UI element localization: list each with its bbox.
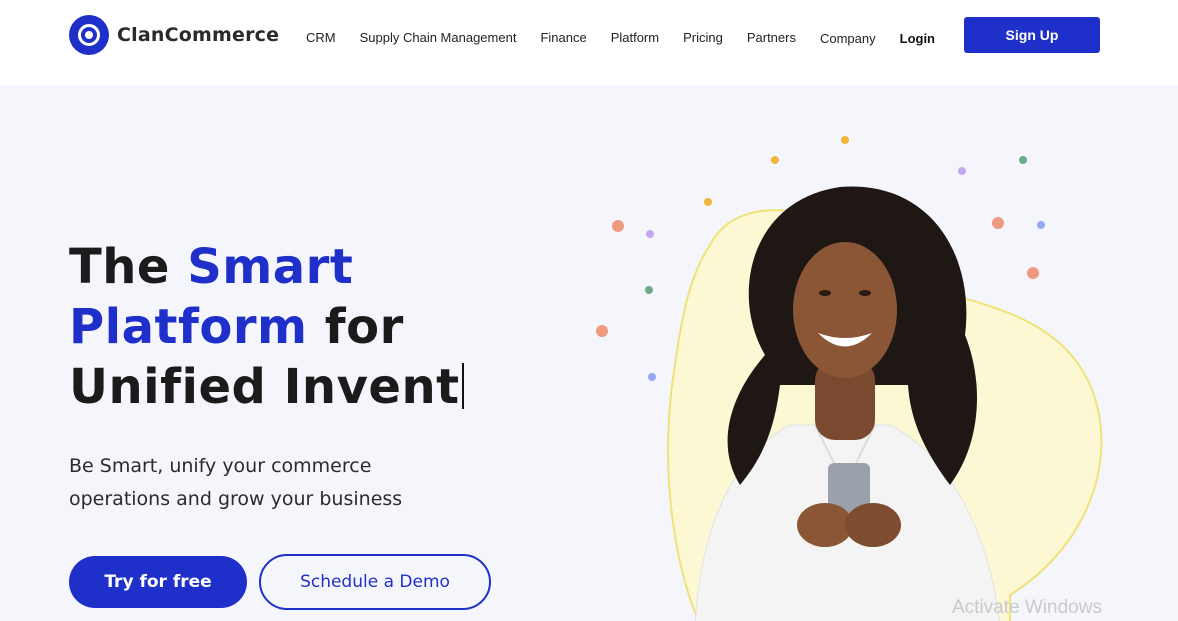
nav-item-supply-chain[interactable]: Supply Chain Management xyxy=(360,30,517,45)
headline-text: The xyxy=(69,239,188,295)
brand-logo[interactable]: ClanCommerce xyxy=(69,15,279,55)
nav-item-company[interactable]: Company xyxy=(820,31,876,46)
activate-windows-watermark: Activate Windows xyxy=(952,597,1102,618)
headline-accent-smart: Smart xyxy=(187,239,354,295)
sign-up-button[interactable]: Sign Up xyxy=(964,17,1100,53)
headline-text: for xyxy=(307,299,404,355)
nav-item-partners[interactable]: Partners xyxy=(747,30,796,45)
main-nav: CRM Supply Chain Management Finance Plat… xyxy=(306,0,959,75)
login-link[interactable]: Login xyxy=(900,31,935,46)
headline-accent-platform: Platform xyxy=(69,299,308,355)
typing-cursor xyxy=(461,363,464,409)
try-for-free-button[interactable]: Try for free xyxy=(69,556,247,608)
clan-logo-icon xyxy=(69,15,109,55)
headline-typing-text: Unified Invent xyxy=(69,359,460,415)
nav-item-platform[interactable]: Platform xyxy=(611,30,659,45)
hero-subtext: Be Smart, unify your commerce operations… xyxy=(69,455,403,510)
hero-headline: The Smart Platform for Unified Invent xyxy=(69,237,464,417)
schedule-demo-button[interactable]: Schedule a Demo xyxy=(259,554,491,610)
top-navbar: ClanCommerce CRM Supply Chain Management… xyxy=(0,0,1178,85)
nav-item-pricing[interactable]: Pricing xyxy=(683,30,723,45)
brand-name: ClanCommerce xyxy=(117,24,280,46)
nav-item-finance[interactable]: Finance xyxy=(540,30,586,45)
woman-smiling-holding-phone-photo xyxy=(596,136,1103,621)
hero-section: The Smart Platform for Unified Invent Be… xyxy=(0,85,1178,621)
nav-item-crm[interactable]: CRM xyxy=(306,30,336,45)
